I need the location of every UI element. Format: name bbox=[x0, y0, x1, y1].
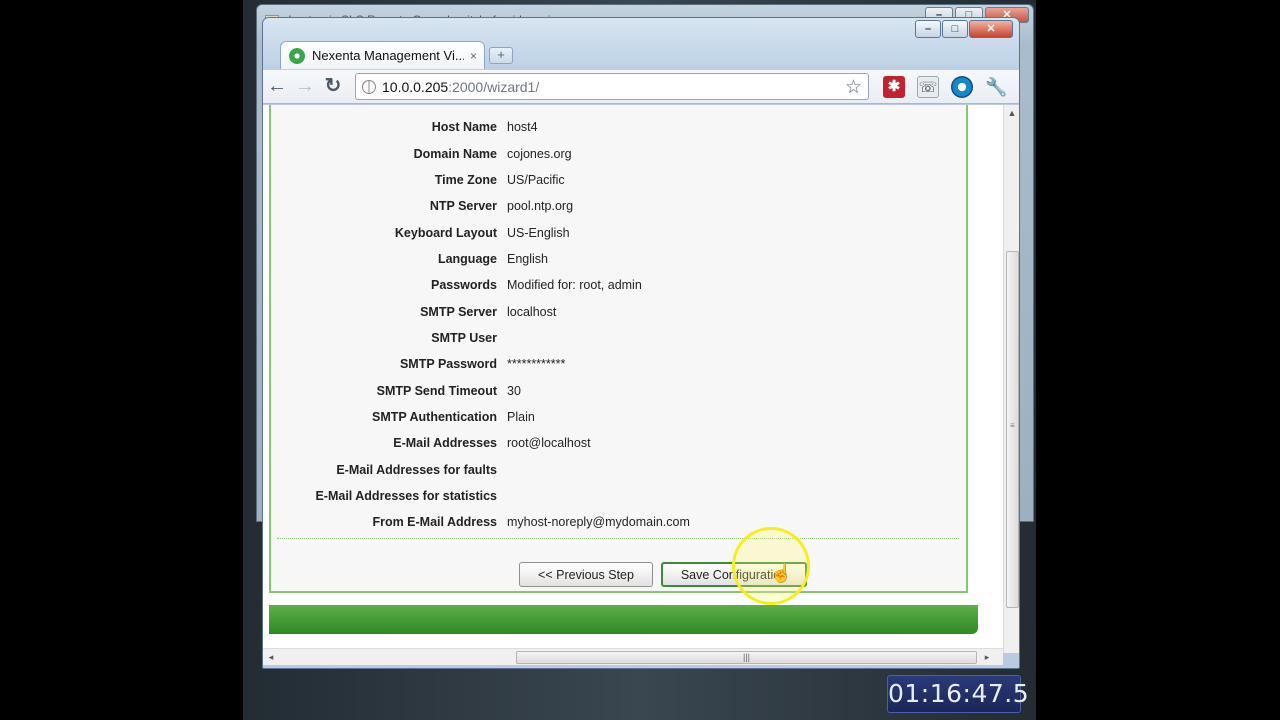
summary-row-value: pool.ntp.org bbox=[507, 199, 574, 214]
summary-row-label: Passwords bbox=[430, 278, 497, 293]
summary-row-value: English bbox=[507, 251, 548, 266]
summary-row: E-Mail Addresses for statistics bbox=[271, 483, 966, 509]
nexenta-logo-icon bbox=[289, 47, 305, 64]
video-frame: Lantronix SLS Remote Console - itchef-sp… bbox=[243, 0, 1036, 720]
summary-row-label: E-Mail Addresses for statistics bbox=[315, 488, 497, 503]
maximize-button[interactable]: □ bbox=[942, 20, 968, 38]
footer-bar bbox=[269, 605, 978, 634]
scroll-up-icon[interactable]: ▲ bbox=[1004, 105, 1019, 121]
vertical-scrollbar[interactable]: ▲ ≡ bbox=[1003, 105, 1019, 653]
eye-icon[interactable] bbox=[951, 75, 973, 98]
summary-row-label: Language bbox=[437, 251, 497, 266]
summary-row: Passwords Modified for: root, admin bbox=[271, 272, 966, 298]
summary-row-label: SMTP Authentication bbox=[372, 409, 497, 424]
reload-button[interactable]: ↻ bbox=[319, 75, 347, 99]
close-button[interactable]: ✕ bbox=[969, 20, 1013, 38]
summary-row: Time Zone US/Pacific bbox=[271, 167, 966, 193]
summary-row-value: US-English bbox=[507, 225, 570, 240]
hand-cursor-icon: ☝ bbox=[770, 563, 793, 583]
summary-row-label: SMTP Password bbox=[399, 357, 497, 372]
summary-row-label: Domain Name bbox=[413, 146, 497, 161]
summary-row: NTP Server pool.ntp.org bbox=[271, 193, 966, 219]
forward-button[interactable]: → bbox=[291, 75, 319, 99]
panel-divider bbox=[277, 538, 959, 539]
summary-panel: Host Name host4 Domain Name cojones.org Time… bbox=[269, 105, 968, 593]
summary-row-label: NTP Server bbox=[429, 199, 497, 214]
horizontal-scroll-thumb[interactable]: ||| bbox=[516, 651, 977, 664]
summary-row-label: Time Zone bbox=[434, 172, 497, 187]
scroll-left-icon[interactable]: ◂ bbox=[263, 649, 279, 666]
previous-step-button[interactable]: << Previous Step bbox=[519, 562, 653, 587]
summary-row-label: E-Mail Addresses bbox=[393, 436, 497, 451]
timecode-display: 01:16:47.5 bbox=[887, 675, 1029, 713]
summary-row-label: From E-Mail Address bbox=[372, 515, 497, 530]
summary-row: Language English bbox=[271, 246, 966, 272]
browser-toolbar: ← → ↻ 10.0.0.205 :2000/wizard1/ ☆ ✱ ☏ 🔧 bbox=[263, 70, 1019, 104]
summary-row: SMTP User bbox=[271, 325, 966, 351]
summary-row: SMTP Password ************ bbox=[271, 351, 966, 377]
vertical-scroll-thumb[interactable]: ≡ bbox=[1006, 251, 1019, 608]
summary-row-value: ************ bbox=[507, 357, 566, 372]
summary-row-label: SMTP User bbox=[431, 330, 497, 345]
tab-close-icon[interactable]: × bbox=[470, 49, 477, 63]
summary-row: Domain Name cojones.org bbox=[271, 140, 966, 166]
summary-row-label: SMTP Send Timeout bbox=[376, 383, 497, 398]
grip-icon: ≡ bbox=[1010, 421, 1015, 430]
summary-row: SMTP Authentication Plain bbox=[271, 404, 966, 430]
browser-window-controls: – □ ✕ bbox=[915, 20, 1013, 38]
browser-window: – □ ✕ Nexenta Management Vi... × + ← → ↻… bbox=[262, 17, 1020, 669]
summary-row: E-Mail Addresses for faults bbox=[271, 456, 966, 482]
summary-row: E-Mail Addresses root@localhost bbox=[271, 430, 966, 456]
new-tab-button[interactable]: + bbox=[489, 47, 513, 64]
summary-row-value: cojones.org bbox=[507, 146, 572, 161]
summary-table: Host Name host4 Domain Name cojones.org Time… bbox=[271, 114, 966, 536]
summary-row: From E-Mail Address myhost-noreply@mydoma… bbox=[271, 509, 966, 535]
minimize-button[interactable]: – bbox=[915, 20, 941, 38]
extension-icon[interactable]: ✱ bbox=[883, 75, 905, 98]
browser-tab[interactable]: Nexenta Management Vi... × bbox=[280, 41, 485, 69]
back-button[interactable]: ← bbox=[263, 75, 291, 99]
page-viewport: Host Name host4 Domain Name cojones.org Time… bbox=[263, 105, 1003, 653]
summary-row-value: US/Pacific bbox=[507, 172, 565, 187]
star-icon[interactable]: ☆ bbox=[845, 76, 862, 99]
horizontal-scrollbar[interactable]: ◂ ||| ▸ bbox=[263, 648, 1003, 665]
summary-row-value: host4 bbox=[507, 120, 538, 135]
summary-row: SMTP Server localhost bbox=[271, 298, 966, 324]
browser-title-bar: – □ ✕ Nexenta Management Vi... × + bbox=[263, 18, 1019, 70]
summary-row: Host Name host4 bbox=[271, 114, 966, 140]
url-path: :2000/wizard1/ bbox=[448, 78, 540, 95]
summary-row-label: SMTP Server bbox=[420, 304, 497, 319]
summary-row-value: Modified for: root, admin bbox=[507, 278, 642, 293]
address-bar[interactable]: 10.0.0.205 :2000/wizard1/ ☆ bbox=[355, 73, 869, 100]
summary-row-value: localhost bbox=[507, 304, 557, 319]
tab-title: Nexenta Management Vi... bbox=[312, 48, 464, 63]
url-host: 10.0.0.205 bbox=[382, 78, 449, 95]
summary-row-label: E-Mail Addresses for faults bbox=[336, 462, 497, 477]
scroll-right-icon[interactable]: ▸ bbox=[979, 649, 995, 666]
summary-row-value: Plain bbox=[507, 409, 535, 424]
wrench-icon[interactable]: 🔧 bbox=[985, 76, 1007, 98]
summary-row-value: myhost-noreply@mydomain.com bbox=[507, 515, 690, 530]
summary-row-label: Keyboard Layout bbox=[394, 225, 497, 240]
summary-row-value: root@localhost bbox=[507, 436, 591, 451]
globe-icon bbox=[362, 79, 376, 94]
phone-icon[interactable]: ☏ bbox=[917, 75, 939, 98]
summary-row: Keyboard Layout US-English bbox=[271, 219, 966, 245]
summary-row-value: 30 bbox=[507, 383, 521, 398]
summary-row-label: Host Name bbox=[431, 120, 497, 135]
summary-row: SMTP Send Timeout 30 bbox=[271, 377, 966, 403]
